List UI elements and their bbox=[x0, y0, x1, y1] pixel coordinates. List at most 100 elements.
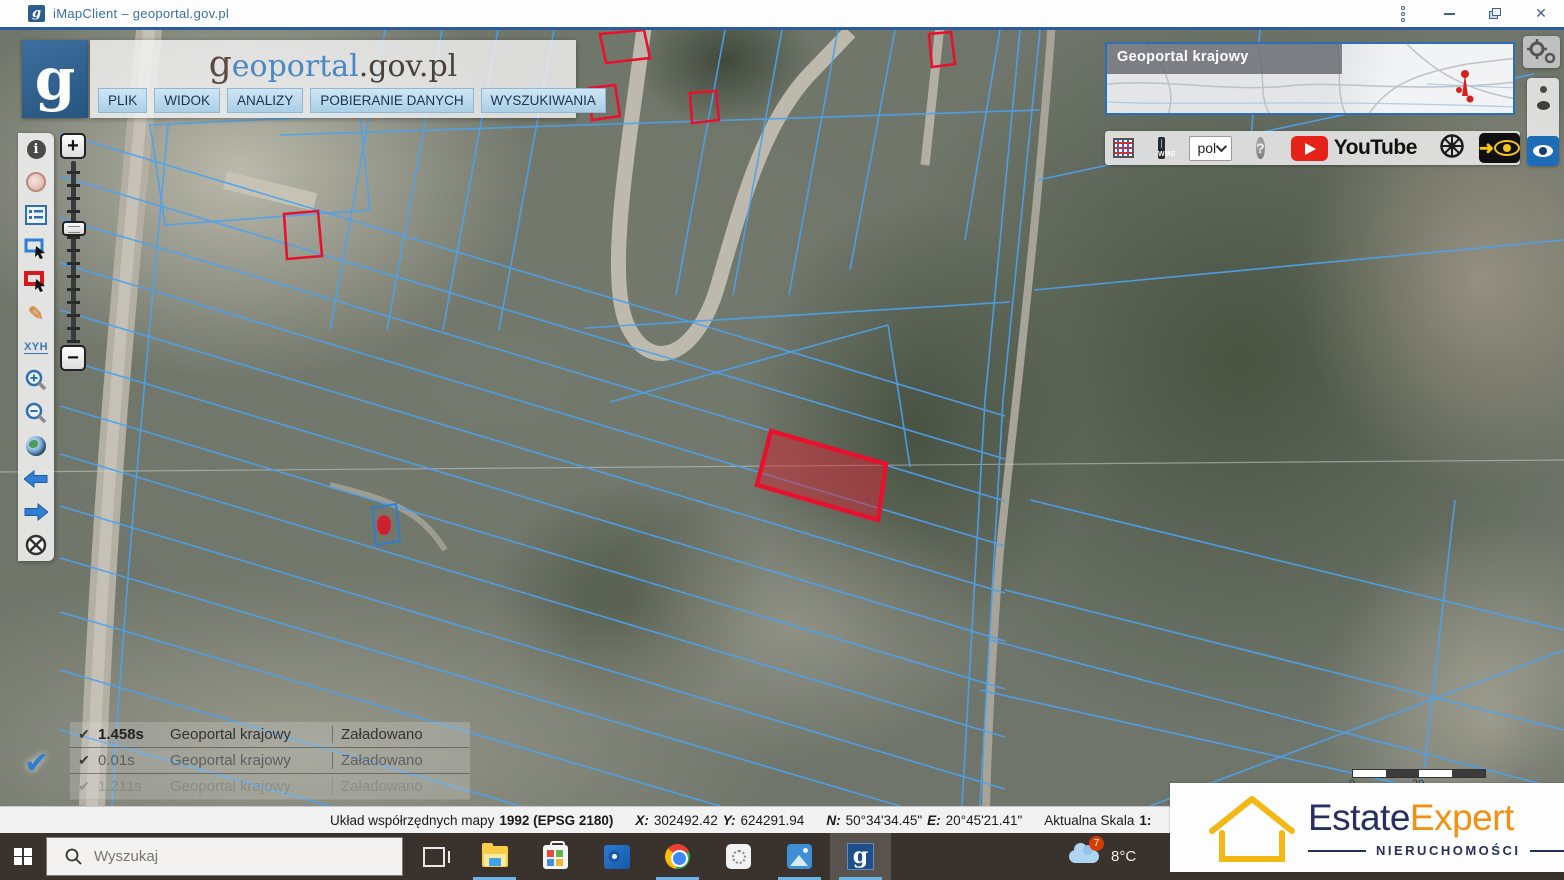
weather-widget[interactable]: 7 8°C bbox=[1069, 848, 1136, 865]
camera-app-icon bbox=[726, 844, 751, 869]
task-view-icon bbox=[423, 847, 445, 867]
geoportal-app-icon: g bbox=[847, 843, 874, 870]
kebab-menu-icon bbox=[1401, 6, 1405, 22]
gears-icon bbox=[1523, 36, 1560, 68]
zoom-out-tool-button[interactable] bbox=[24, 402, 48, 424]
file-explorer-icon bbox=[482, 846, 508, 867]
dot-button[interactable] bbox=[1540, 86, 1547, 93]
arrow-left-icon bbox=[24, 470, 48, 488]
zoom-minus-button[interactable]: − bbox=[60, 345, 86, 371]
loading-row: ✔ 1.211s Geoportal krajowy Załadowano bbox=[70, 774, 470, 800]
scale-value: 1: bbox=[1139, 813, 1151, 828]
legend-tool-button[interactable] bbox=[24, 204, 48, 226]
title-bar: g iMapClient – geoportal.gov.pl ✕ bbox=[0, 0, 1564, 30]
geoportal-logo[interactable]: g bbox=[22, 40, 88, 118]
watermark-brand: EstateExpert bbox=[1308, 797, 1514, 839]
contrast-mode-button[interactable]: ➜ bbox=[1479, 133, 1520, 163]
menu-widok[interactable]: WIDOK bbox=[154, 88, 220, 113]
left-toolbar: i ✎ XYH bbox=[18, 133, 54, 561]
draw-tool-button[interactable]: ✎ bbox=[24, 303, 48, 325]
overview-map-panel[interactable]: Geoportal krajowy bbox=[1105, 42, 1515, 115]
visibility-toggle-button[interactable] bbox=[1527, 136, 1559, 166]
search-input[interactable] bbox=[94, 848, 354, 865]
wheel-button[interactable] bbox=[1439, 133, 1465, 164]
settings-panel-button[interactable] bbox=[1523, 36, 1560, 68]
e-label: E: bbox=[927, 813, 941, 828]
close-button[interactable]: ✕ bbox=[1518, 0, 1564, 27]
eye-small-icon[interactable] bbox=[1537, 101, 1550, 110]
microsoft-store-button[interactable] bbox=[525, 833, 586, 880]
wms-button[interactable]: WMS bbox=[1158, 137, 1165, 159]
youtube-button[interactable]: YouTube bbox=[1291, 136, 1417, 161]
x-value: 302492.42 bbox=[654, 813, 718, 828]
camera-app-button[interactable] bbox=[708, 833, 769, 880]
zoom-handle[interactable] bbox=[62, 221, 86, 236]
store-icon bbox=[543, 845, 568, 869]
selected-parcel-highlight[interactable] bbox=[757, 431, 886, 520]
info-tool-button[interactable]: i bbox=[24, 138, 48, 160]
next-view-button[interactable] bbox=[24, 501, 48, 523]
menu-analizy[interactable]: ANALIZY bbox=[227, 88, 303, 113]
grid-icon bbox=[1113, 138, 1134, 158]
menu-plik[interactable]: PLIK bbox=[98, 88, 147, 113]
road-right-diagonal bbox=[986, 30, 1052, 806]
globe-icon bbox=[26, 436, 46, 456]
center-view-button[interactable] bbox=[24, 534, 48, 556]
map-toolbar: WMS pol ? YouTube ➜ bbox=[1105, 131, 1520, 165]
n-label: N: bbox=[826, 813, 840, 828]
wms-label: WMS bbox=[1158, 151, 1165, 158]
zoom-track[interactable] bbox=[71, 161, 76, 343]
geoportal-wordmark: geoportal.gov.pl bbox=[90, 44, 576, 85]
wms-screen-icon bbox=[1161, 139, 1162, 148]
restore-button[interactable] bbox=[1472, 0, 1518, 27]
menu-wyszukiwania[interactable]: WYSZUKIWANIA bbox=[481, 88, 606, 113]
minimize-button[interactable] bbox=[1426, 0, 1472, 27]
n-value: 50°34'34.45" bbox=[846, 813, 923, 828]
compass-tool-button[interactable] bbox=[24, 171, 48, 193]
start-button[interactable] bbox=[0, 833, 46, 880]
full-extent-button[interactable] bbox=[24, 435, 48, 457]
zoom-plus-button[interactable]: + bbox=[60, 133, 86, 159]
zoom-ticks bbox=[67, 161, 80, 343]
language-value: pol bbox=[1197, 140, 1216, 156]
check-icon: ✔ bbox=[70, 726, 98, 743]
language-select[interactable]: pol bbox=[1189, 136, 1232, 161]
pencil-icon: ✎ bbox=[28, 303, 44, 326]
loading-status-panel: ✔ ✔ 1.458s Geoportal krajowy Załadowano … bbox=[22, 722, 470, 800]
xyh-icon: XYH bbox=[24, 341, 48, 354]
crosshair-icon bbox=[25, 534, 47, 556]
crs-value: 1992 (EPSG 2180) bbox=[499, 813, 613, 828]
photos-button[interactable] bbox=[769, 833, 830, 880]
arrow-icon: ➜ bbox=[1479, 138, 1494, 159]
legend-grid-button[interactable] bbox=[1105, 138, 1134, 158]
geoportal-app-button[interactable]: g bbox=[830, 833, 891, 880]
e-value: 20°45'21.41" bbox=[946, 813, 1023, 828]
house-icon bbox=[1206, 793, 1298, 865]
info-icon: i bbox=[27, 140, 46, 159]
previous-view-button[interactable] bbox=[24, 468, 48, 490]
zoom-in-tool-button[interactable] bbox=[24, 369, 48, 391]
coordinates-tool-button[interactable]: XYH bbox=[24, 336, 48, 358]
chrome-button[interactable] bbox=[647, 833, 708, 880]
select-area-red-button[interactable] bbox=[24, 270, 48, 292]
chevron-down-icon bbox=[1216, 141, 1227, 152]
x-label: X: bbox=[635, 813, 649, 828]
watermark-subtitle: NIERUCHOMOŚCI bbox=[1308, 843, 1564, 858]
window-menu-button[interactable] bbox=[1380, 0, 1426, 27]
chrome-icon bbox=[665, 844, 690, 869]
loading-row: ✔ 0.01s Geoportal krajowy Załadowano bbox=[70, 748, 470, 774]
close-icon: ✕ bbox=[1535, 5, 1547, 22]
taskbar-search[interactable] bbox=[46, 837, 403, 876]
select-area-blue-button[interactable] bbox=[24, 237, 48, 259]
cloud-icon bbox=[1069, 850, 1099, 863]
notification-badge: 7 bbox=[1089, 836, 1104, 851]
check-icon: ✔ bbox=[70, 752, 98, 769]
menu-pobieranie-danych[interactable]: POBIERANIE DANYCH bbox=[310, 88, 473, 113]
help-button[interactable]: ? bbox=[1256, 137, 1265, 159]
app-logo-icon: g bbox=[28, 5, 45, 22]
task-view-button[interactable] bbox=[403, 833, 464, 880]
youtube-play-icon bbox=[1291, 136, 1328, 161]
menu-bar: PLIK WIDOK ANALIZY POBIERANIE DANYCH WYS… bbox=[98, 88, 606, 113]
outlook-button[interactable] bbox=[586, 833, 647, 880]
file-explorer-button[interactable] bbox=[464, 833, 525, 880]
